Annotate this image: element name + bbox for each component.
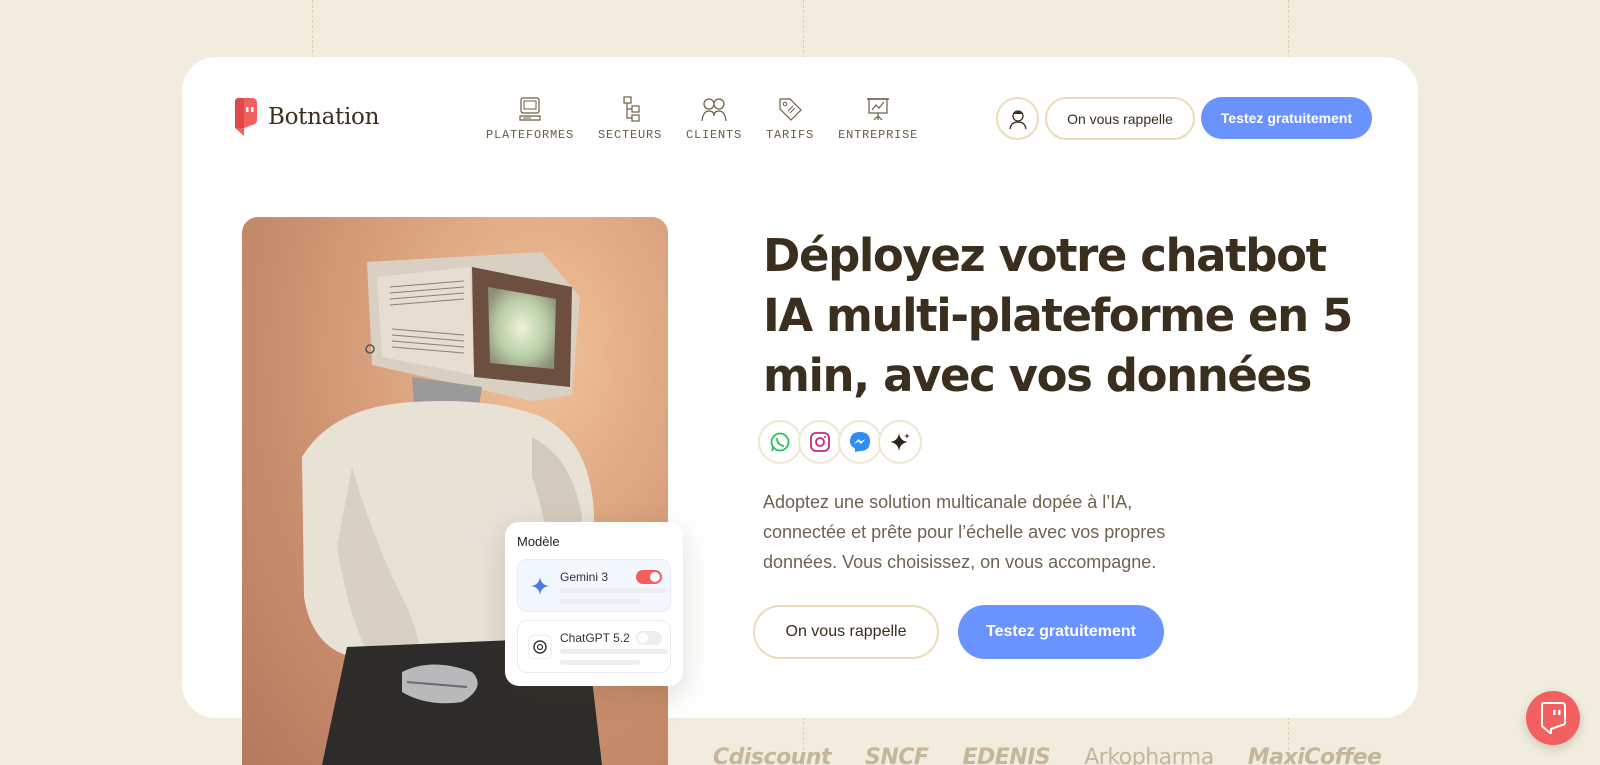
nav-item-tarifs[interactable]: TARIFS bbox=[766, 96, 814, 142]
gemini-toggle[interactable] bbox=[636, 570, 662, 584]
hero-title: Déployez votre chatbot IA multi-platefor… bbox=[763, 229, 1353, 402]
price-tag-icon bbox=[779, 98, 802, 121]
nav-label: ENTREPRISE bbox=[838, 128, 919, 142]
nav-label: PLATEFORMES bbox=[486, 128, 575, 142]
ai-sparkle-icon bbox=[878, 420, 922, 464]
instagram-icon bbox=[798, 420, 842, 464]
nav-item-plateformes[interactable]: PLATEFORMES bbox=[486, 96, 574, 142]
brand-name: Botnation bbox=[268, 104, 380, 130]
account-button[interactable] bbox=[996, 97, 1039, 140]
client-logo-cdiscount: Cdiscount bbox=[713, 745, 832, 765]
computer-icon bbox=[519, 97, 541, 121]
callback-button-header[interactable]: On vous rappelle bbox=[1045, 97, 1195, 140]
client-logo-maxicoffee: MaxiCoffee bbox=[1247, 745, 1382, 765]
gemini-sparkle-icon bbox=[528, 574, 552, 598]
free-trial-button-header[interactable]: Testez gratuitement bbox=[1201, 97, 1372, 139]
hero-subtitle: Adoptez une solution multicanale dopée à… bbox=[763, 492, 1166, 572]
model-selector-card: Modèle Gemini 3 ChatGPT 5.2 bbox=[505, 522, 683, 686]
client-logos-strip: Cdiscount SNCF EDENIS Arkopharma MaxiCof… bbox=[713, 745, 1382, 765]
model-name: Gemini 3 bbox=[560, 570, 609, 584]
presentation-icon bbox=[867, 98, 890, 121]
model-row-gemini[interactable]: Gemini 3 bbox=[517, 559, 671, 612]
main-nav: PLATEFORMES SECTEURS CLIENTS TARIFS ENTR… bbox=[486, 96, 942, 142]
channel-icons bbox=[758, 420, 922, 464]
nav-item-secteurs[interactable]: SECTEURS bbox=[598, 96, 662, 142]
free-trial-button[interactable]: Testez gratuitement bbox=[958, 605, 1164, 659]
client-logo-edenis: EDENIS bbox=[962, 745, 1051, 765]
client-logo-arkopharma: Arkopharma bbox=[1084, 745, 1214, 765]
user-account-icon bbox=[1008, 109, 1027, 129]
chat-widget-button[interactable] bbox=[1526, 691, 1580, 745]
chat-bubble-icon bbox=[1541, 702, 1566, 734]
botnation-logo-icon bbox=[235, 98, 257, 136]
openai-icon bbox=[528, 635, 552, 659]
placeholder-line bbox=[560, 599, 640, 604]
client-logo-sncf: SNCF bbox=[865, 745, 929, 765]
nav-label: SECTEURS bbox=[598, 128, 663, 142]
chatgpt-toggle[interactable] bbox=[636, 631, 662, 645]
messenger-icon bbox=[838, 420, 882, 464]
model-card-title: Modèle bbox=[517, 534, 560, 549]
model-row-chatgpt[interactable]: ChatGPT 5.2 bbox=[517, 620, 671, 673]
model-name: ChatGPT 5.2 bbox=[560, 631, 630, 645]
brand-logo[interactable]: Botnation bbox=[232, 98, 379, 136]
people-icon bbox=[701, 98, 727, 122]
placeholder-line bbox=[560, 649, 668, 654]
placeholder-line bbox=[560, 660, 640, 665]
whatsapp-icon bbox=[758, 420, 802, 464]
nav-label: TARIFS bbox=[766, 128, 815, 142]
callback-button[interactable]: On vous rappelle bbox=[753, 605, 939, 659]
sitemap-icon bbox=[623, 96, 640, 122]
nav-item-clients[interactable]: CLIENTS bbox=[686, 96, 742, 142]
nav-item-entreprise[interactable]: ENTREPRISE bbox=[838, 96, 918, 142]
placeholder-line bbox=[560, 588, 668, 593]
nav-label: CLIENTS bbox=[686, 128, 743, 142]
